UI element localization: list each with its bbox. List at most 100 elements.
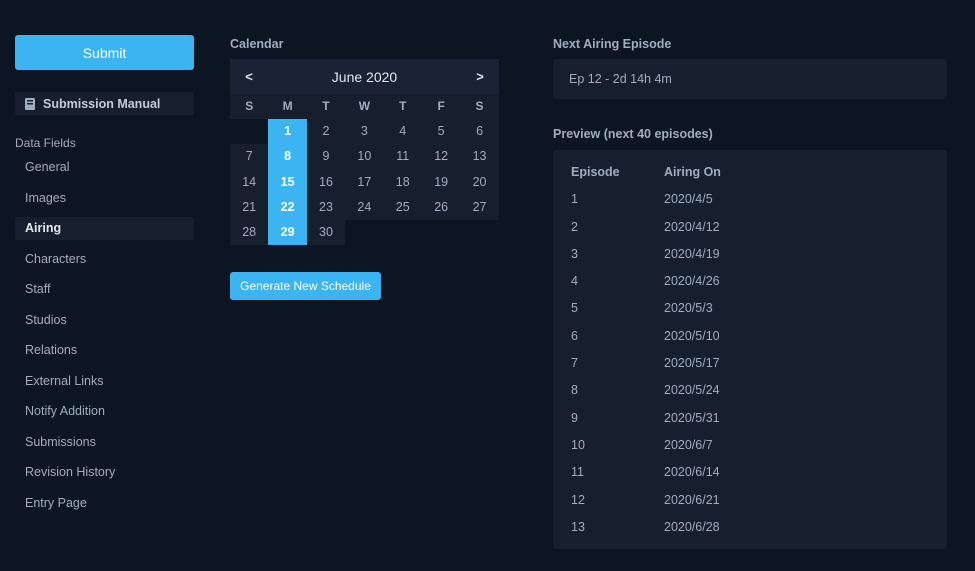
next-airing-value: Ep 12 - 2d 14h 4m — [553, 59, 947, 99]
table-row: 11 2020/6/14 — [571, 459, 947, 486]
episode-number: 4 — [571, 274, 578, 289]
calendar-day[interactable]: 4 — [384, 119, 422, 144]
calendar-day[interactable]: 11 — [384, 144, 422, 169]
weekday-label: T — [322, 99, 330, 113]
sidebar: Submit Submission Manual Data Fields Gen… — [15, 35, 194, 522]
episode-number: 3 — [571, 246, 578, 261]
next-month-button[interactable]: > — [461, 69, 499, 84]
weekday-label: S — [245, 99, 254, 113]
calendar-day[interactable]: 12 — [422, 144, 460, 169]
calendar-day[interactable]: 23 — [307, 195, 345, 220]
weekday-label: F — [437, 99, 445, 113]
calendar-day[interactable]: 10 — [345, 144, 383, 169]
calendar-day[interactable]: 14 — [230, 170, 268, 195]
calendar-month-label: June 2020 — [331, 68, 398, 85]
sidebar-item-general[interactable]: General — [15, 156, 194, 179]
preview-table: Episode Airing On 1 2020/4/5 2 2020/4/12 3 20… — [553, 150, 947, 549]
calendar-day[interactable]: 18 — [384, 170, 422, 195]
sidebar-item-external-links[interactable]: External Links — [15, 370, 194, 393]
calendar-title: Calendar — [230, 37, 284, 51]
airing-date: 2020/6/21 — [664, 492, 720, 507]
table-row: 1 2020/4/5 — [571, 186, 947, 213]
table-row: 12 2020/6/21 — [571, 487, 947, 514]
calendar-day[interactable]: 28 — [230, 220, 268, 245]
submit-button[interactable]: Submit — [15, 35, 194, 70]
calendar-day[interactable]: 9 — [307, 144, 345, 169]
episode-number: 11 — [571, 465, 584, 480]
calendar-day[interactable]: 26 — [422, 195, 460, 220]
calendar-day[interactable]: 3 — [345, 119, 383, 144]
column-header-episode: Episode — [571, 165, 620, 179]
sidebar-item-characters[interactable]: Characters — [15, 248, 194, 271]
airing-date: 2020/6/7 — [664, 437, 713, 452]
table-row: 13 2020/6/28 — [571, 514, 947, 541]
airing-date: 2020/4/5 — [664, 192, 713, 207]
calendar-blank-cell — [230, 119, 269, 145]
calendar-day[interactable]: 7 — [230, 144, 268, 169]
calendar-header: < June 2020 > — [230, 59, 499, 94]
sidebar-item-entry-page[interactable]: Entry Page — [15, 492, 194, 515]
weekday-label: M — [282, 99, 293, 113]
airing-date: 2020/6/14 — [664, 465, 720, 480]
weekday-label: T — [399, 99, 407, 113]
calendar-day[interactable]: 20 — [460, 170, 498, 195]
calendar-day[interactable]: 17 — [345, 170, 383, 195]
book-icon — [25, 97, 35, 110]
submission-manual-label: Submission Manual — [43, 96, 161, 111]
table-row: 4 2020/4/26 — [571, 268, 947, 295]
calendar-day[interactable]: 6 — [460, 119, 498, 144]
airing-date: 2020/4/19 — [664, 246, 720, 261]
weekday-label: S — [475, 99, 484, 113]
sidebar-item-images[interactable]: Images — [15, 187, 194, 210]
calendar-day-selected[interactable]: 29 — [268, 220, 307, 246]
airing-date: 2020/5/31 — [664, 410, 720, 425]
column-header-airing-on: Airing On — [664, 165, 721, 179]
calendar-day[interactable]: 30 — [307, 220, 345, 245]
submission-manual-button[interactable]: Submission Manual — [15, 92, 194, 115]
airing-date: 2020/4/12 — [664, 219, 720, 234]
table-row: 6 2020/5/10 — [571, 323, 947, 350]
sidebar-item-airing[interactable]: Airing — [15, 217, 194, 240]
sidebar-item-staff[interactable]: Staff — [15, 278, 194, 301]
calendar-day-selected[interactable]: 22 — [268, 194, 307, 221]
episode-number: 2 — [571, 219, 578, 234]
airing-date: 2020/4/26 — [664, 274, 720, 289]
airing-date: 2020/5/24 — [664, 383, 720, 398]
calendar-day[interactable]: 16 — [307, 170, 345, 195]
calendar-day[interactable]: 5 — [422, 119, 460, 144]
calendar-day[interactable]: 19 — [422, 170, 460, 195]
calendar-day-selected[interactable]: 15 — [268, 169, 307, 195]
airing-date: 2020/5/17 — [664, 356, 720, 371]
sidebar-item-studios[interactable]: Studios — [15, 309, 194, 332]
episode-number: 10 — [571, 437, 585, 452]
table-row: 10 2020/6/7 — [571, 432, 947, 459]
calendar-day-selected[interactable]: 8 — [268, 144, 307, 170]
sidebar-item-notify-addition[interactable]: Notify Addition — [15, 400, 194, 423]
table-row: 9 2020/5/31 — [571, 405, 947, 432]
episode-number: 8 — [571, 383, 578, 398]
calendar-day[interactable]: 21 — [230, 195, 268, 220]
episode-number: 5 — [571, 301, 578, 316]
calendar: < June 2020 > S M T W T F S 1 2 3 4 5 6 7 8 9 10 11 12 13 14… — [230, 59, 499, 246]
table-row: 7 2020/5/17 — [571, 350, 947, 377]
sidebar-item-revision-history[interactable]: Revision History — [15, 461, 194, 484]
episode-number: 9 — [571, 410, 578, 425]
calendar-blank-cell — [383, 220, 422, 246]
sidebar-item-relations[interactable]: Relations — [15, 339, 194, 362]
calendar-day-selected[interactable]: 1 — [268, 119, 307, 145]
table-row: 8 2020/5/24 — [571, 377, 947, 404]
prev-month-button[interactable]: < — [230, 69, 268, 84]
episode-number: 6 — [571, 328, 578, 343]
calendar-day[interactable]: 24 — [345, 195, 383, 220]
weekday-label: W — [358, 99, 371, 113]
calendar-day[interactable]: 25 — [384, 195, 422, 220]
sidebar-item-submissions[interactable]: Submissions — [15, 431, 194, 454]
calendar-day[interactable]: 13 — [460, 144, 498, 169]
generate-schedule-button[interactable]: Generate New Schedule — [230, 272, 381, 300]
calendar-day[interactable]: 27 — [460, 195, 498, 220]
calendar-blank-cell — [460, 220, 499, 246]
next-airing-title: Next Airing Episode — [553, 37, 672, 51]
calendar-blank-cell — [345, 220, 384, 246]
airing-date: 2020/5/3 — [664, 301, 713, 316]
calendar-day[interactable]: 2 — [307, 119, 345, 144]
